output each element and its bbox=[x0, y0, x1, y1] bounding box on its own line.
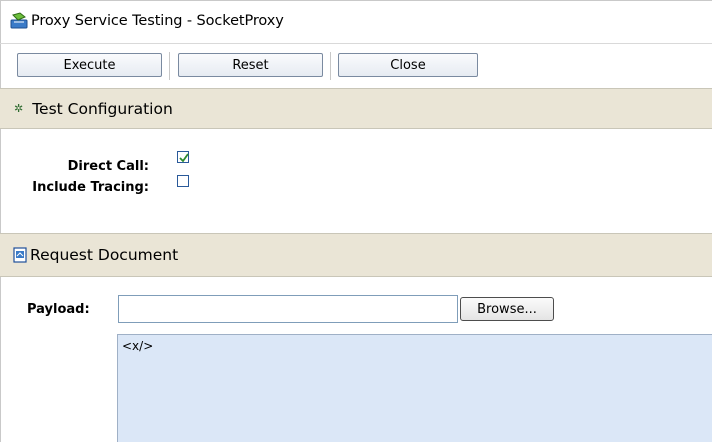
title-bar: Proxy Service Testing - SocketProxy bbox=[0, 0, 712, 42]
document-icon bbox=[13, 247, 27, 263]
gear-icon: ✲ bbox=[14, 102, 24, 115]
checkmark-icon bbox=[179, 153, 189, 163]
page-title: Proxy Service Testing - SocketProxy bbox=[31, 13, 284, 29]
payload-label: Payload: bbox=[27, 302, 90, 317]
request-document-textarea[interactable]: <x/> bbox=[117, 334, 712, 442]
payload-file-input[interactable] bbox=[118, 295, 458, 323]
toolbar: Execute Reset Close bbox=[0, 43, 712, 88]
direct-call-label: Direct Call: bbox=[67, 159, 149, 174]
toolbar-separator bbox=[330, 52, 331, 80]
close-button[interactable]: Close bbox=[338, 53, 478, 77]
reset-button[interactable]: Reset bbox=[178, 53, 323, 77]
test-configuration-header[interactable]: ✲ Test Configuration bbox=[0, 88, 712, 129]
browse-button[interactable]: Browse... bbox=[460, 297, 554, 321]
test-configuration-title: Test Configuration bbox=[32, 99, 173, 118]
request-document-title: Request Document bbox=[30, 246, 179, 264]
request-document-header[interactable]: Request Document bbox=[0, 233, 712, 277]
proxy-service-icon bbox=[10, 12, 28, 29]
include-tracing-checkbox[interactable] bbox=[177, 175, 189, 187]
direct-call-checkbox[interactable] bbox=[177, 151, 189, 163]
include-tracing-label: Include Tracing: bbox=[32, 180, 149, 195]
toolbar-separator bbox=[169, 52, 170, 80]
execute-button[interactable]: Execute bbox=[17, 53, 162, 77]
